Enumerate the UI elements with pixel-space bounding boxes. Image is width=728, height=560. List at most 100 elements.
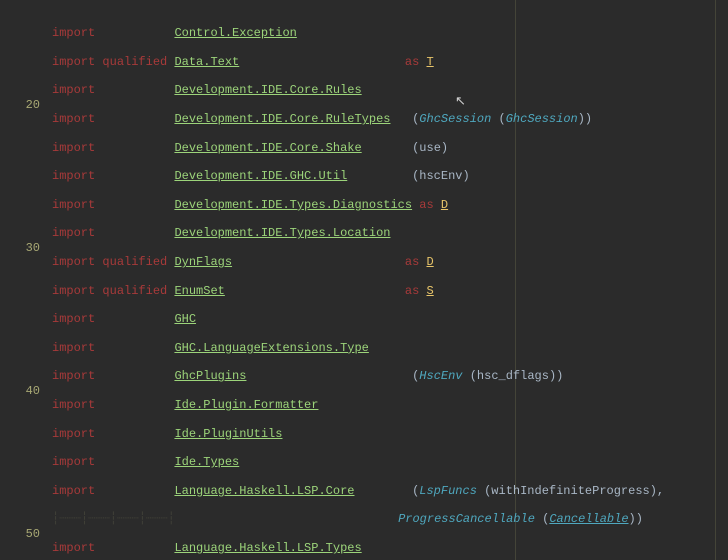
module-name: Development.IDE.Types.Location bbox=[174, 226, 390, 240]
keyword-qualified: qualified bbox=[102, 255, 167, 269]
keyword-qualified: qualified bbox=[102, 284, 167, 298]
line-number bbox=[0, 112, 40, 126]
module-name: GHC.LanguageExtensions.Type bbox=[174, 341, 368, 355]
code-line[interactable]: import GhcPlugins (HscEnv (hsc_dflags)) bbox=[52, 369, 728, 383]
line-number bbox=[0, 484, 40, 498]
keyword-import: import bbox=[52, 83, 95, 97]
type-name: GhcSession bbox=[419, 112, 491, 126]
line-number bbox=[0, 169, 40, 183]
type-name: LspFuncs bbox=[419, 484, 477, 498]
line-number bbox=[0, 155, 40, 169]
line-number: 50 bbox=[0, 527, 40, 541]
module-name: Data.Text bbox=[174, 55, 239, 69]
line-number: 20 bbox=[0, 98, 40, 112]
line-number bbox=[0, 198, 40, 212]
keyword-import: import bbox=[52, 484, 95, 498]
module-name: Development.IDE.Types.Diagnostics bbox=[174, 198, 412, 212]
line-number bbox=[0, 541, 40, 555]
line-number bbox=[0, 555, 40, 560]
line-number bbox=[0, 398, 40, 412]
module-alias: D bbox=[426, 255, 433, 269]
code-line[interactable]: import Ide.Plugin.Formatter bbox=[52, 398, 728, 412]
line-number bbox=[0, 212, 40, 226]
line-number bbox=[0, 26, 40, 40]
line-number bbox=[0, 455, 40, 469]
line-number bbox=[0, 441, 40, 455]
module-alias: S bbox=[427, 284, 434, 298]
line-number bbox=[0, 412, 40, 426]
code-line[interactable]: import Language.Haskell.LSP.Core (LspFun… bbox=[52, 484, 728, 498]
code-area[interactable]: import Control.Exception import qualifie… bbox=[46, 0, 728, 560]
code-line[interactable]: import qualified EnumSet as S bbox=[52, 284, 728, 298]
line-number: 40 bbox=[0, 384, 40, 398]
keyword-import: import bbox=[52, 455, 95, 469]
function-name: hscEnv bbox=[419, 169, 462, 183]
line-number bbox=[0, 298, 40, 312]
keyword-import: import bbox=[52, 398, 95, 412]
code-line[interactable]: import Development.IDE.Core.Shake (use) bbox=[52, 141, 728, 155]
line-number bbox=[0, 269, 40, 283]
keyword-import: import bbox=[52, 312, 95, 326]
line-number: 30 bbox=[0, 241, 40, 255]
line-number bbox=[0, 369, 40, 383]
module-name: Ide.PluginUtils bbox=[174, 427, 282, 441]
code-line[interactable]: import Language.Haskell.LSP.Types bbox=[52, 541, 728, 555]
module-alias: D bbox=[441, 198, 448, 212]
code-line[interactable]: import Development.IDE.Core.Rules bbox=[52, 83, 728, 97]
code-line[interactable]: import qualified DynFlags as D bbox=[52, 255, 728, 269]
line-number-gutter: 20 30 40 50 bbox=[0, 0, 46, 560]
line-number bbox=[0, 69, 40, 83]
code-line[interactable]: import GHC.LanguageExtensions.Type bbox=[52, 341, 728, 355]
line-number bbox=[0, 284, 40, 298]
line-number bbox=[0, 498, 40, 512]
code-line[interactable]: import qualified Data.Text as T bbox=[52, 55, 728, 69]
type-name: Cancellable bbox=[549, 512, 628, 526]
line-number bbox=[0, 327, 40, 341]
function-name: hsc_dflags bbox=[477, 369, 549, 383]
keyword-import: import bbox=[52, 112, 95, 126]
keyword-import: import bbox=[52, 541, 95, 555]
keyword-import: import bbox=[52, 284, 95, 298]
code-line[interactable]: import Development.IDE.Core.RuleTypes (G… bbox=[52, 112, 728, 126]
line-number bbox=[0, 55, 40, 69]
keyword-qualified: qualified bbox=[102, 55, 167, 69]
code-line[interactable]: import Ide.Types bbox=[52, 455, 728, 469]
line-number bbox=[0, 341, 40, 355]
function-name: use bbox=[419, 141, 441, 155]
function-name: withIndefiniteProgress bbox=[491, 484, 649, 498]
line-number bbox=[0, 470, 40, 484]
code-line[interactable]: ┆┈┈┈┆┈┈┈┆┈┈┈┆┈┈┈┆ ProgressCancellable (C… bbox=[52, 512, 728, 526]
module-name: DynFlags bbox=[174, 255, 232, 269]
line-number bbox=[0, 312, 40, 326]
module-name: Development.IDE.Core.Shake bbox=[174, 141, 361, 155]
module-alias: T bbox=[427, 55, 434, 69]
module-name: Language.Haskell.LSP.Core bbox=[174, 484, 354, 498]
module-name: Development.IDE.Core.RuleTypes bbox=[174, 112, 390, 126]
code-editor[interactable]: ↖ 20 30 40 50 bbox=[0, 0, 728, 560]
keyword-import: import bbox=[52, 55, 95, 69]
module-name: Control.Exception bbox=[174, 26, 296, 40]
code-line[interactable]: import GHC bbox=[52, 312, 728, 326]
code-line[interactable]: import Development.IDE.GHC.Util (hscEnv) bbox=[52, 169, 728, 183]
keyword-import: import bbox=[52, 226, 95, 240]
keyword-import: import bbox=[52, 141, 95, 155]
module-name: Ide.Plugin.Formatter bbox=[174, 398, 318, 412]
module-name: GhcPlugins bbox=[174, 369, 246, 383]
code-line[interactable]: import Control.Exception bbox=[52, 26, 728, 40]
module-name: EnumSet bbox=[174, 284, 224, 298]
keyword-import: import bbox=[52, 169, 95, 183]
keyword-import: import bbox=[52, 198, 95, 212]
keyword-import: import bbox=[52, 255, 95, 269]
line-number bbox=[0, 41, 40, 55]
code-line[interactable]: import Development.IDE.Types.Diagnostics… bbox=[52, 198, 728, 212]
keyword-import: import bbox=[52, 427, 95, 441]
line-number bbox=[0, 512, 40, 526]
line-number bbox=[0, 255, 40, 269]
code-line[interactable]: import Ide.PluginUtils bbox=[52, 427, 728, 441]
line-number bbox=[0, 83, 40, 97]
keyword-import: import bbox=[52, 341, 95, 355]
line-number bbox=[0, 141, 40, 155]
module-name: Language.Haskell.LSP.Types bbox=[174, 541, 361, 555]
keyword-import: import bbox=[52, 369, 95, 383]
code-line[interactable]: import Development.IDE.Types.Location bbox=[52, 226, 728, 240]
